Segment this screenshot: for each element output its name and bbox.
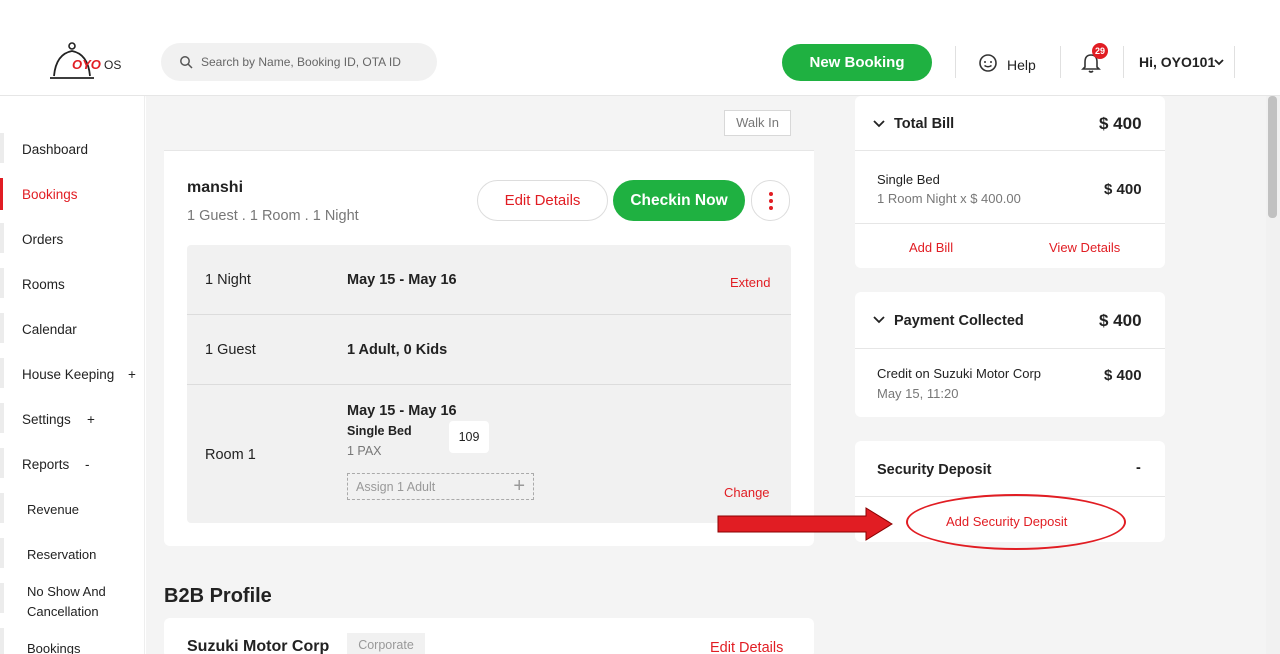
sidebar-item-reports[interactable]: Reports — [22, 457, 69, 472]
room-number[interactable]: 109 — [449, 421, 489, 453]
chevron-down-icon[interactable] — [873, 120, 885, 128]
corporate-tag: Corporate — [347, 633, 425, 654]
sidebar-marker — [0, 313, 4, 343]
row-divider — [187, 384, 791, 385]
divider — [955, 46, 956, 78]
sidebar-subitem-reservation[interactable]: Reservation — [27, 547, 96, 562]
bill-item-detail: 1 Room Night x $ 400.00 — [877, 191, 1021, 206]
scrollbar-thumb[interactable] — [1268, 96, 1277, 218]
stay-dates: May 15 - May 16 — [347, 272, 457, 288]
sidebar-item-bookings[interactable]: Bookings — [22, 187, 78, 202]
user-menu[interactable]: Hi, OYO101 — [1139, 54, 1215, 70]
search-input[interactable] — [201, 51, 421, 73]
sidebar-item-house-keeping[interactable]: House Keeping — [22, 367, 114, 382]
sidebar-item-rooms[interactable]: Rooms — [22, 277, 65, 292]
chevron-down-icon[interactable] — [873, 316, 885, 324]
more-icon — [769, 206, 773, 210]
row-divider — [187, 314, 791, 315]
divider — [855, 223, 1165, 224]
plus-icon[interactable]: + — [513, 475, 525, 497]
payment-entry-date: May 15, 11:20 — [877, 386, 959, 401]
more-options-button[interactable] — [751, 180, 790, 221]
change-room-link[interactable]: Change — [724, 485, 770, 500]
guests-value: 1 Adult, 0 Kids — [347, 342, 448, 358]
source-tag: Walk In — [724, 110, 791, 136]
help-chat-icon[interactable] — [978, 53, 998, 73]
company-name: Suzuki Motor Corp — [187, 638, 330, 654]
divider — [855, 348, 1165, 349]
top-bar: OYO OS New Booking Help 29 Hi, OYO101 — [0, 0, 1280, 96]
sidebar-subitem-revenue[interactable]: Revenue — [27, 502, 79, 517]
expand-icon[interactable]: + — [128, 367, 136, 382]
edit-details-button[interactable]: Edit Details — [477, 180, 608, 221]
annotation-arrow-icon — [717, 507, 893, 541]
new-booking-button[interactable]: New Booking — [782, 44, 932, 81]
divider — [855, 150, 1165, 151]
security-deposit-title: Security Deposit — [877, 462, 992, 478]
chevron-down-icon[interactable] — [1213, 57, 1225, 67]
more-icon — [769, 192, 773, 196]
assign-guest-placeholder: Assign 1 Adult — [356, 480, 436, 494]
sidebar-marker — [0, 448, 4, 478]
guest-name: manshi — [187, 179, 244, 196]
room-type: Single Bed — [347, 424, 412, 438]
security-deposit-value: - — [1136, 460, 1141, 476]
room-pax: 1 PAX — [347, 444, 382, 458]
sidebar-marker — [0, 268, 4, 298]
assign-guest-field[interactable]: Assign 1 Adult + — [347, 473, 534, 500]
booking-card-header — [164, 96, 814, 151]
b2b-edit-details-link[interactable]: Edit Details — [710, 640, 783, 654]
booking-summary: 1 Guest . 1 Room . 1 Night — [187, 208, 359, 224]
sidebar-marker — [0, 223, 4, 253]
nights-label: 1 Night — [205, 272, 251, 288]
guests-label: 1 Guest — [205, 342, 256, 358]
sidebar-item-calendar[interactable]: Calendar — [22, 322, 77, 337]
active-indicator — [0, 178, 3, 210]
extend-link[interactable]: Extend — [730, 275, 770, 290]
sidebar-marker — [0, 358, 4, 388]
help-link[interactable]: Help — [1007, 57, 1036, 73]
divider — [1234, 46, 1235, 78]
checkin-now-button[interactable]: Checkin Now — [613, 180, 745, 221]
search-bar[interactable] — [161, 43, 437, 81]
bill-item-name: Single Bed — [877, 172, 940, 187]
sidebar-marker — [0, 133, 4, 163]
sidebar-item-dashboard[interactable]: Dashboard — [22, 142, 88, 157]
sidebar-marker — [0, 583, 4, 613]
notification-badge: 29 — [1092, 43, 1108, 59]
search-icon — [180, 56, 193, 69]
sidebar-marker — [0, 628, 4, 654]
logo-oyo-text: OYO — [72, 57, 101, 72]
sidebar-marker — [0, 538, 4, 568]
total-bill-title: Total Bill — [894, 116, 955, 132]
payment-total: $ 400 — [1099, 311, 1142, 330]
add-bill-link[interactable]: Add Bill — [909, 240, 953, 255]
view-details-link[interactable]: View Details — [1049, 240, 1120, 255]
sidebar-item-settings[interactable]: Settings — [22, 412, 71, 427]
sidebar-marker — [0, 493, 4, 523]
sidebar-item-orders[interactable]: Orders — [22, 232, 63, 247]
oyo-os-logo[interactable]: OYO OS — [48, 42, 128, 84]
collapse-icon[interactable]: - — [85, 457, 90, 472]
more-icon — [769, 199, 773, 203]
expand-icon[interactable]: + — [87, 412, 95, 427]
annotation-highlight-ellipse — [906, 494, 1126, 550]
payment-entry-name: Credit on Suzuki Motor Corp — [877, 366, 1042, 381]
sidebar-subitem-bookings[interactable]: Bookings — [27, 641, 80, 654]
divider — [1060, 46, 1061, 78]
payment-title: Payment Collected — [894, 313, 1024, 329]
divider — [1123, 46, 1124, 78]
room-dates: May 15 - May 16 — [347, 403, 457, 419]
room-label: Room 1 — [205, 447, 256, 463]
payment-entry-amount: $ 400 — [1104, 367, 1142, 384]
sidebar-subitem-cancellation[interactable]: Cancellation — [27, 604, 99, 619]
sidebar-subitem-no-show[interactable]: No Show And — [27, 584, 106, 599]
sidebar-marker — [0, 403, 4, 433]
logo-os-text: OS — [104, 58, 122, 72]
bill-item-amount: $ 400 — [1104, 181, 1142, 198]
total-bill-amount: $ 400 — [1099, 114, 1142, 133]
b2b-profile-heading: B2B Profile — [164, 585, 272, 607]
